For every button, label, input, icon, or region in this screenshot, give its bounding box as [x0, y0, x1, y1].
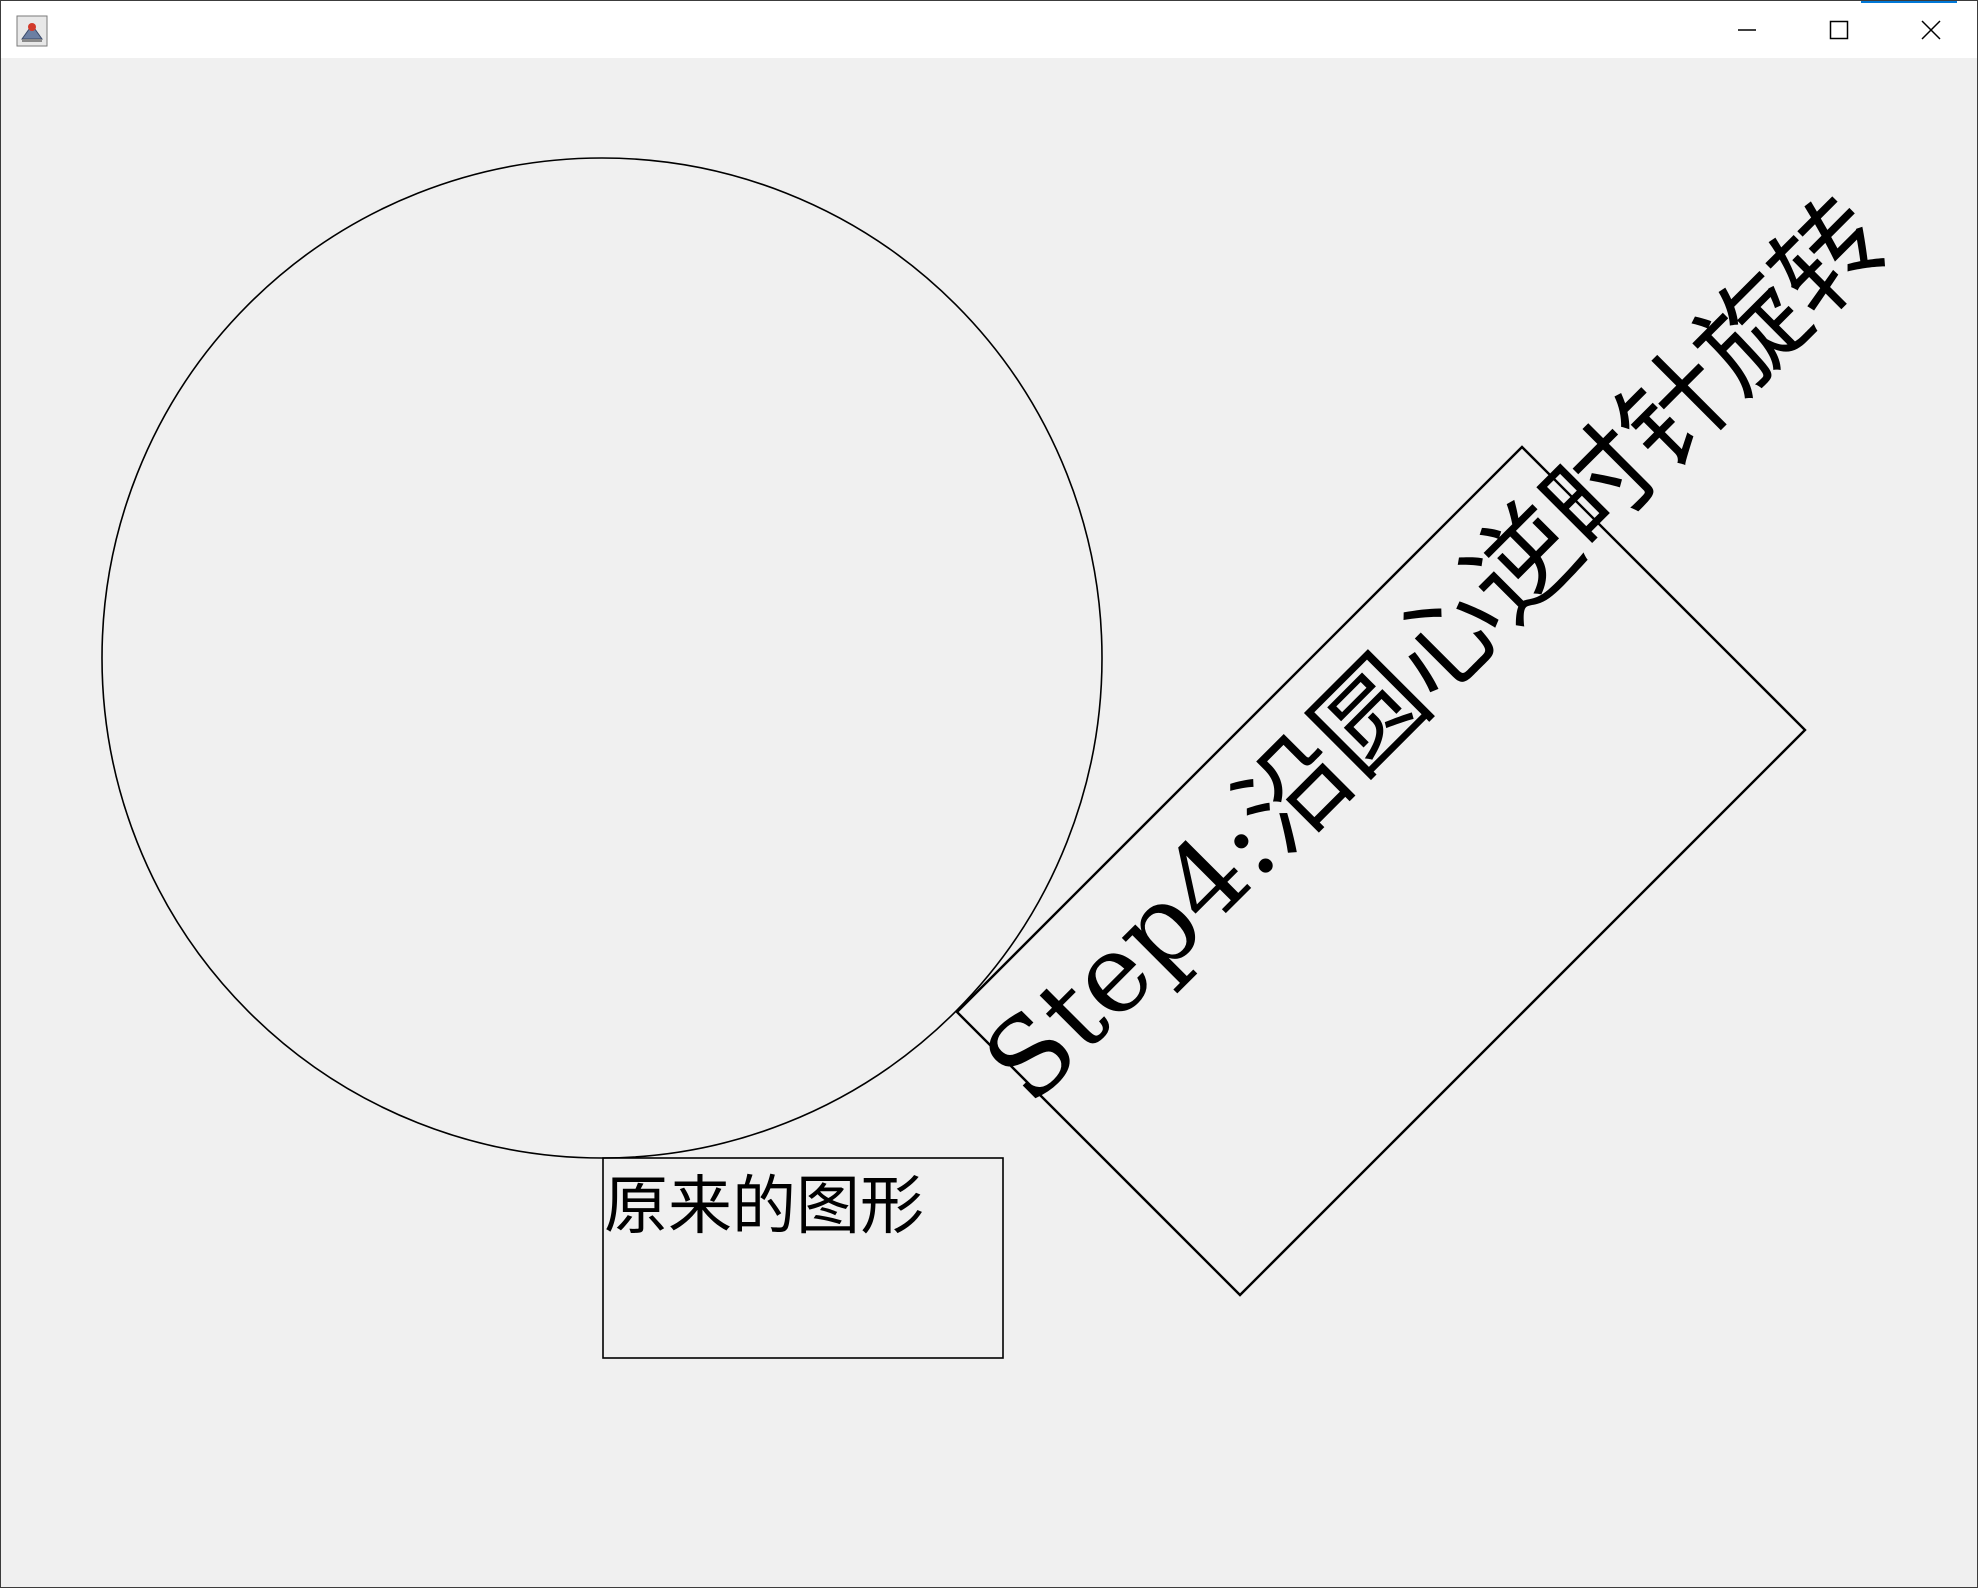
rotated-rectangle: [955, 445, 1807, 1297]
maximize-button[interactable]: [1793, 1, 1885, 58]
minimize-button[interactable]: [1701, 1, 1793, 58]
app-window: 原来的图形 Step4:沿圆心逆时针旋转: [0, 0, 1978, 1588]
java-icon[interactable]: [16, 15, 48, 47]
original-label: 原来的图形: [604, 1170, 924, 1244]
maximize-icon: [1829, 20, 1849, 39]
close-button[interactable]: [1885, 1, 1977, 58]
drawing-canvas[interactable]: 原来的图形 Step4:沿圆心逆时针旋转: [1, 58, 1977, 1587]
rotated-label: Step4:沿圆心逆时针旋转: [961, 176, 1912, 1127]
minimize-icon: [1738, 28, 1756, 31]
close-icon: [1921, 19, 1941, 40]
title-bar[interactable]: [1, 1, 1977, 58]
original-circle: [101, 157, 1103, 1159]
